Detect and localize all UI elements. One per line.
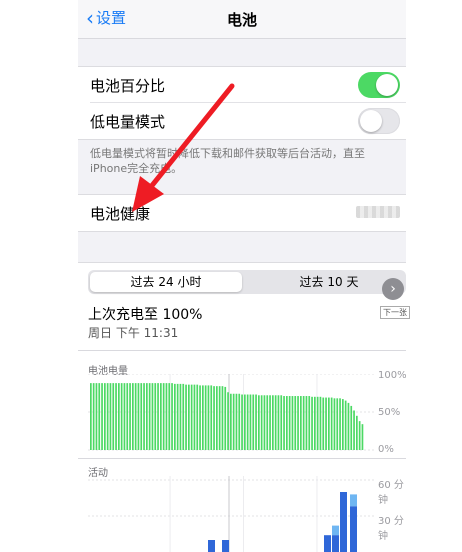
- annotation-arrow: [132, 83, 235, 212]
- chevron-right-icon: ›: [390, 281, 396, 297]
- arrow-shaft: [147, 83, 235, 191]
- arrow-head: [132, 176, 164, 212]
- next-arrow-button[interactable]: ›: [382, 278, 404, 300]
- next-tooltip: 下一张: [380, 306, 410, 319]
